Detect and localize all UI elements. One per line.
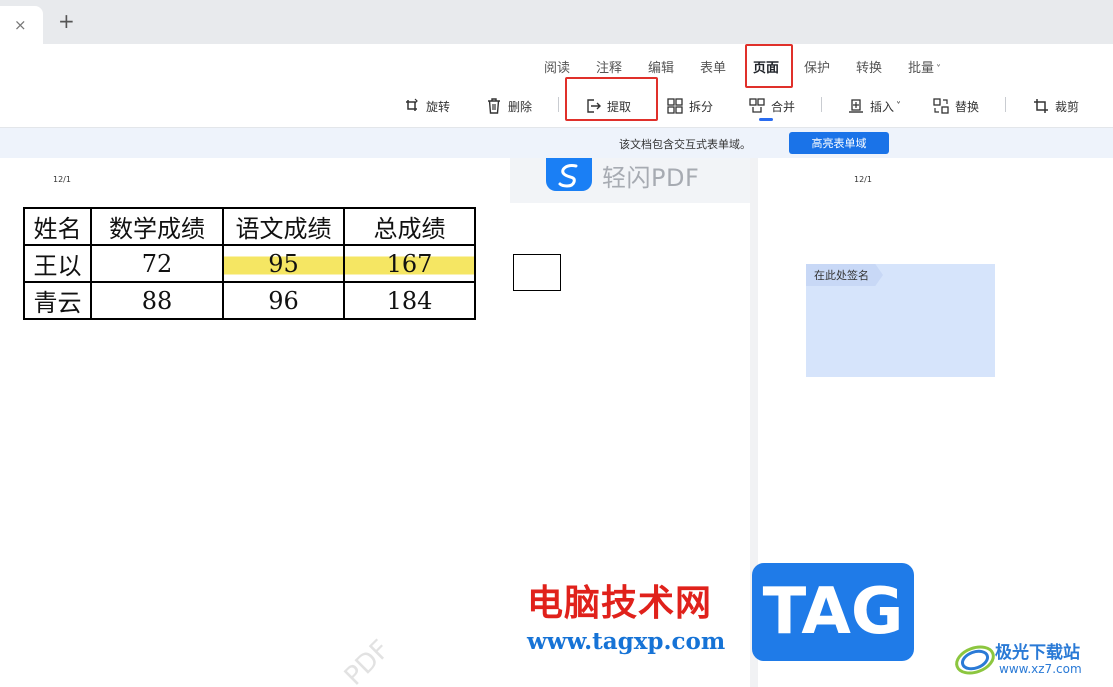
insert-icon: [849, 99, 863, 113]
rotate-label: 旋转: [426, 99, 451, 114]
split-label: 拆分: [689, 99, 714, 114]
document-tab[interactable]: ×: [0, 6, 43, 44]
table-cell: 96: [222, 281, 345, 320]
table-cell-highlighted: 95: [222, 244, 345, 283]
menu-tab-batch[interactable]: 批量 ˅: [908, 57, 941, 76]
page-label-left: 12/1: [53, 175, 71, 184]
score-table: 姓名 数学成绩 语文成绩 总成绩 王以 72 95 167 青云 88 96 1…: [23, 207, 476, 320]
document-canvas[interactable]: 12/1 轻闪PDF 姓名 数学成绩 语文成绩 总成绩 王以 72 95 167…: [0, 158, 1113, 687]
table-header-cell: 姓名: [23, 207, 92, 246]
browser-tab-bar: × +: [0, 0, 1113, 44]
split-button[interactable]: 拆分: [667, 96, 713, 116]
replace-button[interactable]: 替换: [933, 96, 979, 116]
merge-button[interactable]: 合并: [749, 96, 795, 116]
toolbar-divider: [821, 97, 822, 112]
watermark-title: 电脑技术网: [527, 583, 713, 624]
app-logo-text: 轻闪PDF: [602, 164, 700, 192]
signature-field[interactable]: 在此处签名: [806, 264, 995, 377]
merge-label: 合并: [771, 99, 796, 114]
table-header-cell: 语文成绩: [222, 207, 345, 246]
trash-icon: [488, 98, 500, 114]
toolbar-divider: [558, 97, 559, 112]
menu-tab-batch-label: 批量: [908, 61, 935, 76]
chevron-down-icon: ˅: [936, 64, 942, 75]
merge-icon: [749, 98, 765, 113]
watermark-site-name: 极光下载站: [995, 643, 1080, 663]
form-notice-bar: 该文档包含交互式表单域。 高亮表单域: [0, 128, 1113, 158]
app-logo-icon: [546, 158, 592, 191]
table-row: 王以 72 95 167: [23, 244, 476, 283]
highlight-box-extract: [565, 77, 658, 121]
menu-tab-convert[interactable]: 转换: [856, 57, 882, 76]
highlight-box-page-tab: [745, 44, 793, 88]
delete-button[interactable]: 删除: [486, 96, 532, 116]
toolbar-divider: [1005, 97, 1006, 112]
form-checkbox-field[interactable]: [513, 254, 561, 291]
page-label-right: 12/1: [854, 175, 872, 184]
table-row: 青云 88 96 184: [23, 281, 476, 320]
table-cell: 184: [343, 281, 476, 320]
menu-tab-annotate[interactable]: 注释: [596, 57, 622, 76]
crop-label: 裁剪: [1055, 99, 1080, 114]
crop-button[interactable]: 裁剪: [1033, 96, 1079, 116]
rotate-icon: [406, 98, 418, 111]
crop-icon: [1034, 99, 1048, 113]
menu-tab-form[interactable]: 表单: [700, 57, 726, 76]
delete-label: 删除: [508, 99, 533, 114]
split-icon: [667, 98, 683, 114]
table-header-cell: 数学成绩: [90, 207, 224, 246]
watermark-tag-badge: TAG: [752, 563, 914, 661]
table-cell: 青云: [23, 281, 92, 320]
rotate-button[interactable]: 旋转: [404, 96, 450, 116]
menu-tab-read[interactable]: 阅读: [544, 57, 570, 76]
table-cell: 王以: [23, 244, 92, 283]
new-tab-icon[interactable]: +: [58, 11, 75, 31]
insert-label: 插入: [870, 99, 895, 114]
active-tab-indicator: [759, 118, 773, 121]
insert-button[interactable]: 插入 ˅: [848, 96, 901, 116]
table-cell: 88: [90, 281, 224, 320]
signature-tag: 在此处签名: [806, 264, 883, 286]
replace-icon: [933, 98, 949, 114]
chevron-down-icon: ˅: [896, 100, 902, 112]
diagonal-watermark-text: PDF: [338, 634, 396, 687]
highlight-fields-button[interactable]: 高亮表单域: [789, 132, 889, 154]
table-cell: 72: [90, 244, 224, 283]
table-header-row: 姓名 数学成绩 语文成绩 总成绩: [23, 207, 476, 246]
replace-label: 替换: [955, 99, 980, 114]
app-logo-banner: 轻闪PDF: [510, 158, 750, 203]
form-notice-text: 该文档包含交互式表单域。: [619, 138, 751, 151]
watermark-url: www.tagxp.com: [527, 628, 726, 655]
ribbon: 阅读 注释 编辑 表单 页面 保护 转换 批量 ˅ 旋转 删除 提取 拆分 合并 …: [0, 44, 1113, 128]
watermark-site-url: www.xz7.com: [999, 662, 1082, 676]
menu-tab-protect[interactable]: 保护: [804, 57, 830, 76]
table-header-cell: 总成绩: [343, 207, 476, 246]
table-cell-highlighted: 167: [343, 244, 476, 283]
aurora-logo-icon: [955, 645, 995, 675]
watermark-site: 极光下载站 www.xz7.com: [953, 638, 1108, 682]
menu-tab-edit[interactable]: 编辑: [648, 57, 674, 76]
close-tab-icon[interactable]: ×: [14, 16, 27, 34]
